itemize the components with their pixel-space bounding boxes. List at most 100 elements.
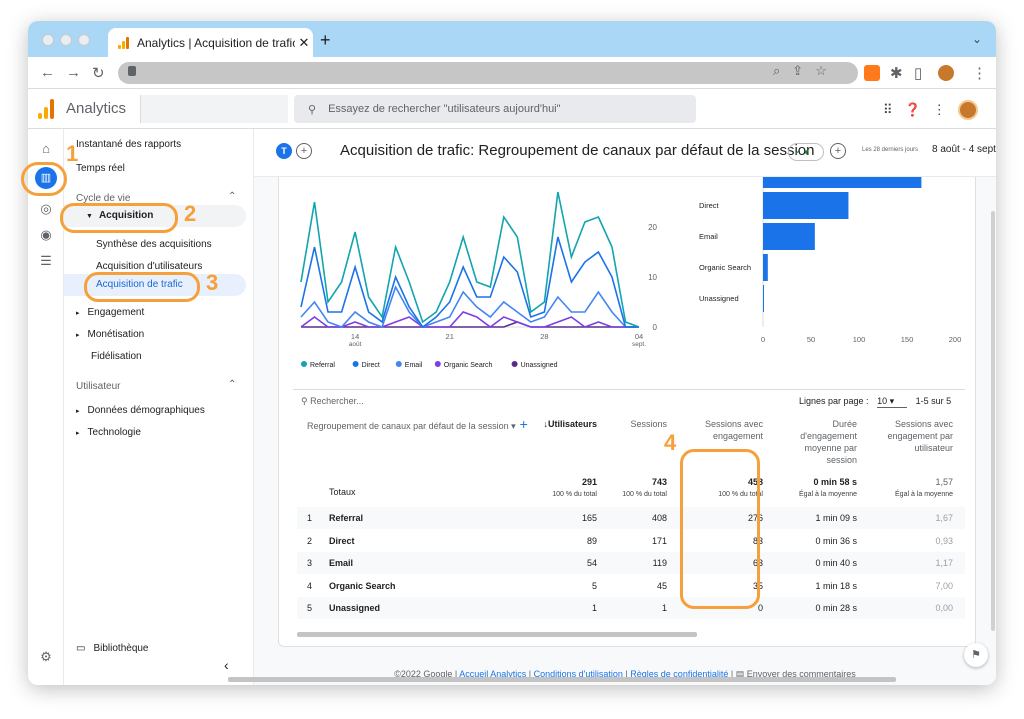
add-dimension-icon[interactable]: + (520, 416, 528, 432)
row-cell-2: 119 (652, 558, 667, 569)
feedback-icon[interactable]: ⚑ (964, 643, 988, 667)
account-selector[interactable] (140, 95, 288, 123)
nav-technology[interactable]: ▸ Technologie (76, 427, 141, 438)
extension-icon[interactable] (864, 65, 880, 81)
dimension-header[interactable]: Regroupement de canaux par défaut de la … (307, 416, 528, 432)
legend-label: Email (405, 362, 423, 369)
nav-realtime[interactable]: Temps réel (76, 163, 125, 174)
table-row[interactable]: 3 Email 54 119 63 0 min 40 s 1,17 (297, 552, 965, 575)
collapse-nav-icon[interactable]: ‹ (224, 657, 229, 673)
table-row[interactable]: 2 Direct 89 171 83 0 min 36 s 0,93 (297, 530, 965, 552)
nav-snapshot[interactable]: Instantané des rapports (76, 139, 181, 150)
total-engaged-per-user-sub: Égal à la moyenne (895, 491, 953, 498)
collapse-user-icon[interactable]: ⌃ (228, 379, 236, 390)
nav-library[interactable]: ▭ Bibliothèque (76, 643, 149, 654)
avatar[interactable] (957, 100, 978, 120)
row-index: 4 (307, 580, 313, 591)
browser-tab[interactable]: Analytics | Acquisition de trafic ✕ (108, 28, 313, 57)
tab-list-chevron-icon[interactable]: ⌄ (972, 32, 982, 46)
x-tick-label: sept. (632, 341, 646, 348)
col-header-engaged-per-user[interactable]: Sessions avec engagement par utilisateur (865, 418, 953, 454)
legend-label: Organic Search (444, 362, 493, 369)
report-status-pill[interactable]: ✓ ▾ (788, 143, 824, 161)
more-icon[interactable]: ⋮ (933, 102, 946, 118)
extensions-puzzle-icon[interactable]: ✱ (890, 64, 903, 82)
table-search[interactable]: ⚲ Rechercher... (301, 396, 364, 407)
caret-right-icon: ▸ (76, 430, 80, 437)
row-name[interactable]: Direct (329, 536, 355, 546)
table-row[interactable]: 5 Unassigned 1 1 0 0 min 28 s 0,00 (297, 597, 965, 620)
table-row[interactable]: 4 Organic Search 5 45 35 1 min 18 s 7,00 (297, 575, 965, 597)
configure-icon[interactable]: ☰ (38, 253, 54, 269)
row-cell-5: 7,00 (935, 580, 953, 591)
profile-avatar[interactable] (938, 65, 954, 81)
apps-icon[interactable]: ⠿ (883, 102, 893, 118)
new-tab-button[interactable]: + (320, 30, 331, 51)
nav-acquisition-overview[interactable]: Synthèse des acquisitions (96, 239, 212, 250)
row-name[interactable]: Email (329, 558, 353, 568)
settings-icon[interactable]: ⚙ (38, 649, 54, 665)
pagination-range: 1-5 sur 5 (915, 396, 952, 406)
page-hscrollbar[interactable] (228, 677, 896, 682)
share-icon[interactable]: ⇪ (792, 63, 803, 79)
bar-x-tick-label: 200 (949, 335, 962, 344)
row-name[interactable]: Referral (329, 513, 363, 523)
forward-icon[interactable]: → (66, 64, 81, 81)
zoom-icon[interactable]: ⌕ (773, 63, 780, 79)
nav-technology-label: Technologie (87, 427, 141, 438)
page-vscrollbar[interactable] (991, 211, 995, 631)
home-icon[interactable]: ⌂ (38, 141, 54, 157)
nav-demographics-label: Données démographiques (87, 405, 205, 416)
back-icon[interactable]: ← (40, 64, 55, 81)
table-hscrollbar[interactable] (297, 632, 697, 637)
row-name[interactable]: Unassigned (329, 603, 380, 613)
close-window-dot[interactable] (42, 34, 54, 46)
nav-retention[interactable]: Fidélisation (91, 351, 142, 362)
nav-demographics[interactable]: ▸ Données démographiques (76, 405, 205, 416)
comparison-tag[interactable]: T (276, 143, 292, 159)
reload-icon[interactable]: ↻ (92, 64, 105, 82)
customize-report-icon[interactable]: + (830, 143, 846, 159)
total-users-value: 291 (581, 477, 597, 487)
bookmark-star-icon[interactable]: ☆ (815, 63, 827, 79)
nav-user-acquisition[interactable]: Acquisition d'utilisateurs (96, 261, 202, 272)
browser-menu-icon[interactable]: ⋮ (972, 64, 987, 82)
sidepanel-icon[interactable]: ▯ (914, 64, 922, 82)
table-row[interactable]: 1 Referral 165 408 276 1 min 09 s 1,67 (297, 507, 965, 529)
rows-per-page-select[interactable]: 10 ▾ (877, 396, 908, 408)
date-range-picker[interactable]: 8 août - 4 sept. 2022 (932, 144, 996, 155)
add-comparison-icon[interactable]: + (296, 143, 312, 159)
tab-close-icon[interactable]: ✕ (295, 35, 313, 51)
row-cell-2: 171 (651, 535, 667, 546)
col-header-users[interactable]: ↓Utilisateurs (541, 418, 597, 430)
row-cell-4: 1 min 09 s (815, 513, 857, 523)
legend-marker (395, 361, 402, 367)
row-name[interactable]: Organic Search (329, 581, 396, 591)
total-avg-engagement: 0 min 58 s Égal à la moyenne (775, 477, 857, 498)
col-header-engaged-sessions[interactable]: Sessions avec engagement (685, 418, 763, 442)
bar-x-tick-label: 100 (853, 335, 866, 344)
row-cell-1: 54 (586, 558, 597, 569)
x-tick-label: 04 (635, 332, 643, 341)
lock-icon (128, 66, 136, 76)
nav-engagement[interactable]: ▸ Engagement (76, 307, 144, 318)
zoom-window-dot[interactable] (78, 34, 90, 46)
minimize-window-dot[interactable] (60, 34, 72, 46)
help-icon[interactable]: ❓ (905, 102, 921, 118)
analytics-favicon (118, 36, 129, 49)
row-cell-5: 0,93 (935, 535, 953, 546)
total-users-sub: 100 % du total (552, 491, 597, 498)
address-bar[interactable] (118, 62, 858, 84)
col-header-sessions[interactable]: Sessions (609, 418, 667, 430)
search-bar[interactable]: ⚲ Essayez de rechercher "utilisateurs au… (294, 95, 696, 123)
nav-monetization[interactable]: ▸ Monétisation (76, 329, 144, 340)
analytics-logo[interactable] (38, 99, 54, 119)
nav-section-user[interactable]: Utilisateur (76, 381, 120, 392)
search-placeholder: Essayez de rechercher "utilisateurs aujo… (328, 103, 561, 115)
col-header-avg-engagement[interactable]: Durée d'engagement moyenne par session (775, 418, 857, 466)
advertising-icon[interactable]: ◉ (38, 227, 54, 243)
explore-icon[interactable]: ◎ (38, 201, 54, 217)
bar-category-label: Unassigned (699, 294, 739, 303)
collapse-lifecycle-icon[interactable]: ⌃ (228, 191, 236, 202)
x-tick-label: août (349, 341, 362, 348)
